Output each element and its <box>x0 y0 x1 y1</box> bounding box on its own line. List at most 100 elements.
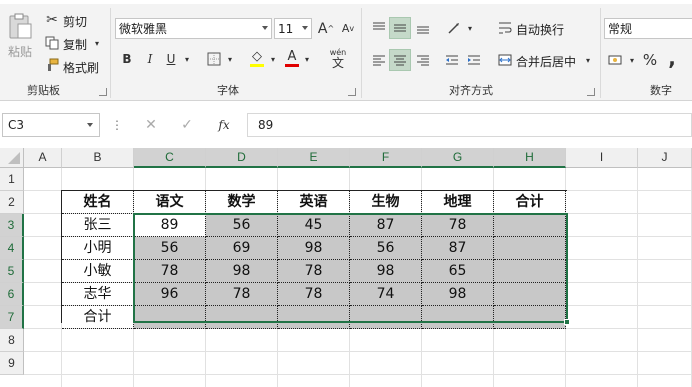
table-cell[interactable] <box>422 306 494 329</box>
table-cell[interactable]: 56 <box>134 237 206 260</box>
align-center-icon[interactable] <box>389 49 411 71</box>
column-header-i[interactable]: I <box>566 148 638 168</box>
column-header-e[interactable]: E <box>278 148 350 168</box>
scissors-icon[interactable]: ✂ <box>44 12 60 28</box>
align-left-icon[interactable] <box>368 49 390 71</box>
table-cell[interactable] <box>494 283 566 306</box>
fill-handle[interactable] <box>564 319 570 325</box>
increase-indent-icon[interactable] <box>464 49 484 71</box>
table-cell[interactable] <box>134 306 206 329</box>
row-header-9[interactable]: 9 <box>0 352 24 375</box>
table-cell[interactable]: 65 <box>422 260 494 283</box>
table-cell[interactable]: 张三 <box>62 214 134 237</box>
name-box[interactable]: C3 <box>2 113 100 137</box>
row-header-6[interactable]: 6 <box>0 283 24 306</box>
accounting-dropdown-chevron-icon[interactable]: ▾ <box>627 54 637 66</box>
orientation-icon[interactable] <box>444 17 466 39</box>
table-cell[interactable]: 小敏 <box>62 260 134 283</box>
row-header-7[interactable]: 7 <box>0 306 24 329</box>
number-format-combo[interactable]: 常规 <box>604 18 692 39</box>
row-header-4[interactable]: 4 <box>0 237 24 260</box>
confirm-entry-icon[interactable]: ✓ <box>177 115 197 135</box>
cut-button[interactable]: 剪切 <box>63 13 87 30</box>
column-header-f[interactable]: F <box>350 148 422 168</box>
column-header-d[interactable]: D <box>206 148 278 168</box>
table-cell[interactable] <box>494 306 566 329</box>
comma-style-button[interactable]: , <box>665 46 679 70</box>
table-cell[interactable]: 45 <box>278 214 350 237</box>
merge-dropdown-chevron-icon[interactable]: ▾ <box>583 54 593 66</box>
table-header-cell[interactable]: 生物 <box>350 191 422 214</box>
table-cell[interactable]: 98 <box>350 260 422 283</box>
row-header-3[interactable]: 3 <box>0 214 24 237</box>
format-painter-button[interactable]: 格式刷 <box>63 59 99 76</box>
merge-center-icon[interactable] <box>496 49 514 71</box>
table-header-cell[interactable]: 姓名 <box>62 191 134 214</box>
table-cell[interactable]: 合计 <box>62 306 134 329</box>
font-color-button[interactable]: A <box>283 48 301 68</box>
align-bottom-icon[interactable] <box>412 17 434 39</box>
column-header-j[interactable]: J <box>638 148 692 168</box>
table-cell[interactable]: 78 <box>422 214 494 237</box>
table-header-cell[interactable]: 地理 <box>422 191 494 214</box>
table-header-cell[interactable]: 数学 <box>206 191 278 214</box>
underline-dropdown-chevron-icon[interactable]: ▾ <box>182 52 192 66</box>
row-header-1[interactable]: 1 <box>0 168 24 191</box>
format-painter-icon[interactable] <box>44 57 60 73</box>
font-size-combo[interactable]: 11 <box>274 18 312 39</box>
font-color-dropdown-chevron-icon[interactable]: ▾ <box>302 52 312 66</box>
table-cell[interactable]: 74 <box>350 283 422 306</box>
more-options-icon[interactable]: ⋮ <box>111 115 123 135</box>
row-header-2[interactable]: 2 <box>0 191 24 214</box>
underline-button[interactable]: U <box>163 50 179 68</box>
table-cell[interactable]: 98 <box>422 283 494 306</box>
cancel-entry-icon[interactable]: ✕ <box>141 115 161 135</box>
table-cell[interactable]: 87 <box>422 237 494 260</box>
wrap-text-button[interactable]: 自动换行 <box>516 21 564 38</box>
table-cell[interactable] <box>494 214 566 237</box>
table-cell[interactable]: 78 <box>134 260 206 283</box>
fill-color-icon[interactable]: ◇ <box>248 48 266 68</box>
alignment-launcher-icon[interactable] <box>587 88 595 96</box>
percent-style-button[interactable]: % <box>641 49 659 71</box>
orientation-dropdown-chevron-icon[interactable]: ▾ <box>465 22 475 34</box>
copy-dropdown-chevron-icon[interactable]: ▾ <box>92 38 102 48</box>
table-cell[interactable]: 小明 <box>62 237 134 260</box>
decrease-indent-icon[interactable] <box>442 49 462 71</box>
wrap-text-icon[interactable] <box>496 17 514 39</box>
column-header-h[interactable]: H <box>494 148 566 168</box>
table-header-cell[interactable]: 合计 <box>494 191 566 214</box>
column-header-a[interactable]: A <box>24 148 62 168</box>
fill-color-dropdown-chevron-icon[interactable]: ▾ <box>268 52 278 66</box>
table-cell[interactable]: 87 <box>350 214 422 237</box>
align-right-icon[interactable] <box>412 49 434 71</box>
align-top-icon[interactable] <box>368 17 390 39</box>
table-cell[interactable] <box>206 306 278 329</box>
table-cell[interactable]: 96 <box>134 283 206 306</box>
font-name-combo[interactable]: 微软雅黑 <box>115 18 272 39</box>
insert-function-icon[interactable]: fx <box>213 115 235 135</box>
row-header-5[interactable]: 5 <box>0 260 24 283</box>
borders-dropdown-chevron-icon[interactable]: ▾ <box>225 52 235 66</box>
paste-button[interactable]: 粘贴 <box>4 10 36 62</box>
table-header-cell[interactable]: 语文 <box>134 191 206 214</box>
bold-button[interactable]: B <box>119 50 135 68</box>
row-header-8[interactable]: 8 <box>0 329 24 352</box>
borders-icon[interactable] <box>205 50 223 68</box>
table-cell[interactable] <box>494 237 566 260</box>
align-middle-icon[interactable] <box>389 17 411 39</box>
decrease-font-size-button[interactable]: Av <box>338 18 358 39</box>
column-header-b[interactable]: B <box>62 148 134 168</box>
table-cell[interactable]: 69 <box>206 237 278 260</box>
accounting-format-icon[interactable] <box>606 49 626 71</box>
font-launcher-icon[interactable] <box>348 88 356 96</box>
table-header-cell[interactable]: 英语 <box>278 191 350 214</box>
table-cell[interactable] <box>494 260 566 283</box>
table-cell[interactable]: 56 <box>350 237 422 260</box>
select-all-corner[interactable] <box>0 148 24 168</box>
column-header-c[interactable]: C <box>134 148 206 168</box>
formula-input[interactable]: 89 <box>247 113 692 137</box>
merge-center-button[interactable]: 合并后居中 <box>516 53 576 70</box>
table-cell[interactable] <box>350 306 422 329</box>
clipboard-launcher-icon[interactable] <box>99 88 107 96</box>
